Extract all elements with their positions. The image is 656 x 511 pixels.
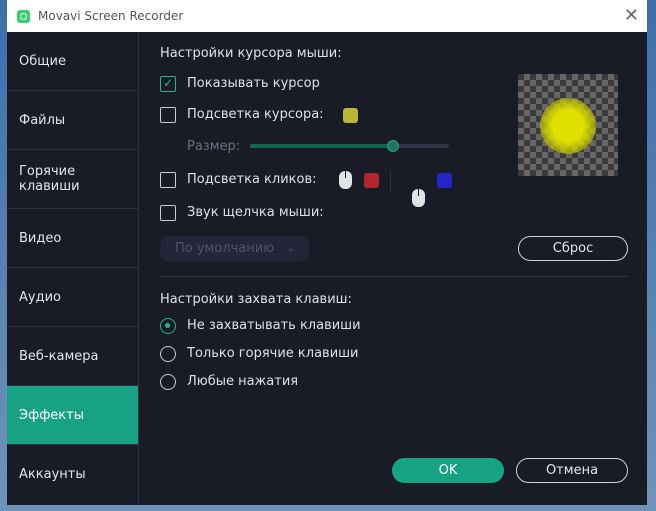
close-icon[interactable]: ✕: [624, 5, 639, 26]
radio-any-keys-label: Любые нажатия: [187, 374, 299, 389]
radio-hotkeys-only[interactable]: [160, 346, 176, 362]
click-sound-select-value: По умолчанию: [175, 241, 275, 256]
click-sound-checkbox[interactable]: [160, 205, 176, 221]
sidebar-item-effects[interactable]: Эффекты: [7, 386, 138, 445]
sidebar-item-audio[interactable]: Аудио: [7, 268, 138, 327]
sidebar-item-general[interactable]: Общие: [7, 32, 138, 91]
click-highlight-label: Подсветка кликов:: [187, 172, 317, 187]
left-click-color-swatch[interactable]: [364, 173, 379, 188]
cancel-button[interactable]: Отмена: [516, 458, 628, 483]
cursor-preview: [518, 74, 618, 176]
radio-any-keys[interactable]: [160, 374, 176, 390]
radio-hotkeys-only-label: Только горячие клавиши: [187, 346, 359, 361]
size-slider[interactable]: [250, 140, 449, 152]
left-click-mouse-icon: [339, 171, 352, 189]
cursor-highlight-label: Подсветка курсора:: [187, 107, 324, 122]
title-bar: Movavi Screen Recorder ✕: [7, 0, 647, 32]
radio-no-capture-label: Не захватывать клавиши: [187, 318, 361, 333]
sidebar-item-label: Горячие клавиши: [19, 164, 80, 194]
settings-window: Movavi Screen Recorder ✕ Общие Файлы Гор…: [7, 0, 647, 505]
right-click-color-swatch[interactable]: [437, 173, 452, 188]
key-capture-heading: Настройки захвата клавиш:: [160, 292, 352, 307]
effects-panel: Настройки курсора мыши: ✓ Показывать кур…: [140, 32, 647, 505]
ok-button[interactable]: OK: [392, 458, 504, 483]
click-sound-select[interactable]: По умолчанию ⌄: [160, 236, 309, 261]
sidebar: Общие Файлы Горячие клавиши Видео Аудио …: [7, 32, 139, 505]
sidebar-item-webcam[interactable]: Веб-камера: [7, 327, 138, 386]
sidebar-item-accounts[interactable]: Аккаунты: [7, 445, 138, 504]
right-click-mouse-icon: [412, 189, 425, 207]
reset-button[interactable]: Сброс: [518, 236, 628, 261]
click-sound-label: Звук щелчка мыши:: [187, 205, 324, 220]
section-divider: [160, 276, 628, 277]
show-cursor-checkbox[interactable]: ✓: [160, 76, 176, 92]
window-title: Movavi Screen Recorder: [38, 9, 184, 23]
cursor-highlight-checkbox[interactable]: [160, 107, 176, 123]
size-slider-fill: [250, 144, 394, 148]
sidebar-item-video[interactable]: Видео: [7, 209, 138, 268]
chevron-down-icon: ⌄: [286, 243, 295, 254]
cursor-settings-heading: Настройки курсора мыши:: [160, 46, 342, 61]
highlight-color-swatch[interactable]: [343, 108, 358, 123]
sidebar-item-hotkeys[interactable]: Горячие клавиши: [7, 150, 138, 209]
cursor-highlight-preview: [540, 98, 596, 154]
divider: [390, 170, 391, 192]
click-highlight-checkbox[interactable]: [160, 172, 176, 188]
show-cursor-label: Показывать курсор: [187, 76, 320, 91]
radio-no-capture[interactable]: [160, 318, 176, 334]
sidebar-item-files[interactable]: Файлы: [7, 91, 138, 150]
size-label: Размер:: [187, 139, 241, 154]
app-icon: [17, 9, 30, 23]
size-slider-handle[interactable]: [387, 140, 400, 152]
